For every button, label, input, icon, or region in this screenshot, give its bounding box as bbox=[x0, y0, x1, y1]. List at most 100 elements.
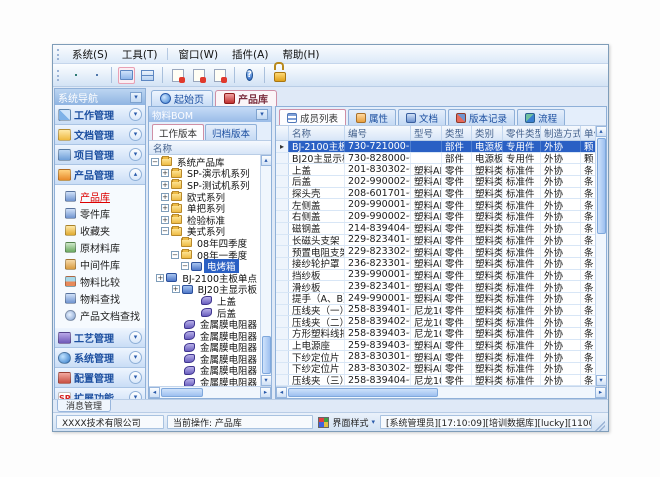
tree-horizontal-scrollbar[interactable]: ◂ ▸ bbox=[149, 386, 271, 398]
sidebar-group-3[interactable]: 产品管理▴ bbox=[55, 165, 145, 185]
row-selector[interactable] bbox=[276, 293, 289, 304]
member-tab-版本记录[interactable]: 版本记录 bbox=[448, 109, 515, 125]
table-vertical-scrollbar[interactable]: ▴ ▾ bbox=[595, 126, 606, 386]
help-icon[interactable]: ? bbox=[241, 67, 258, 84]
expand-plus-icon[interactable]: + bbox=[161, 193, 169, 201]
row-selector[interactable] bbox=[276, 199, 289, 210]
table-row[interactable]: 上盖201-830302-00E塑料ABS零件塑料类标准件外协条 bbox=[276, 164, 595, 176]
sidebar-item-物料比较[interactable]: 物料比较 bbox=[55, 273, 145, 290]
table-row[interactable]: 挡纱板239-990001-01E塑料ABS零件塑料类标准件外协条 bbox=[276, 270, 595, 282]
tree-node-金属膜电阻器[interactable]: 金属膜电阻器 bbox=[149, 376, 260, 386]
doc-tab-起始页[interactable]: 起始页 bbox=[151, 90, 213, 106]
scroll-up-icon[interactable]: ▴ bbox=[596, 126, 607, 137]
chevron-down-icon[interactable]: ▾ bbox=[129, 128, 142, 141]
table-row[interactable]: 探头壳208-601701-01E塑料ABS零件塑料类标准件外协条 bbox=[276, 188, 595, 200]
table-row[interactable]: 上电源座259-839403-00E塑料ABS零件塑料类标准件外协条 bbox=[276, 340, 595, 352]
sidebar-group-1[interactable]: 文档管理▾ bbox=[55, 125, 145, 145]
chevron-down-icon[interactable]: ▾ bbox=[129, 148, 142, 161]
collapse-minus-icon[interactable]: − bbox=[161, 227, 169, 235]
scroll-up-icon[interactable]: ▴ bbox=[261, 155, 272, 166]
bom-pin-button[interactable]: ▾ bbox=[256, 109, 268, 120]
bom-tab-工作版本[interactable]: 工作版本 bbox=[152, 124, 204, 140]
open-folder-icon[interactable] bbox=[118, 67, 135, 84]
table-row[interactable]: 方形塑料线扣258-839403-00E尼龙1010零件塑料类标准件外协条 bbox=[276, 328, 595, 340]
column-header-制造方式[interactable]: 制造方式 bbox=[541, 126, 581, 140]
chevron-down-icon[interactable]: ▾ bbox=[129, 371, 142, 384]
sidebar-item-产品库[interactable]: 产品库 bbox=[55, 188, 145, 205]
row-selector[interactable] bbox=[276, 176, 289, 187]
table-row[interactable]: 下纱定位片（左）283-830301-00E塑料ABS零件塑料类标准件外协条 bbox=[276, 351, 595, 363]
member-tab-流程[interactable]: 流程 bbox=[517, 109, 565, 125]
table-row[interactable]: 长磁头支架229-823401-00E塑料ABS零件塑料类标准件外协条 bbox=[276, 235, 595, 247]
row-selector[interactable] bbox=[276, 328, 289, 339]
bom-tab-归档版本[interactable]: 归档版本 bbox=[205, 124, 257, 140]
tree-column-header[interactable]: 名称 bbox=[149, 141, 271, 155]
lock-icon[interactable] bbox=[271, 67, 288, 84]
row-selector[interactable] bbox=[276, 211, 289, 222]
menu-item-A[interactable]: 插件(A) bbox=[225, 45, 275, 64]
row-selector[interactable] bbox=[276, 316, 289, 327]
table-row[interactable]: 下纱定位片（右）283-830302-00E塑料ABS零件塑料类标准件外协条 bbox=[276, 363, 595, 375]
table-row[interactable]: 预置电阻支架229-823302-00E塑料ABS零件塑料类标准件外协条 bbox=[276, 246, 595, 258]
message-manager-tab[interactable]: 消息管理 bbox=[57, 400, 111, 412]
scroll-left-icon[interactable]: ◂ bbox=[149, 387, 160, 398]
row-selector[interactable] bbox=[276, 153, 289, 164]
column-header-类型[interactable]: 类型 bbox=[442, 126, 472, 140]
table-row[interactable]: ▸BJ-2100主板单点730-721000-12E部件电源板专用件外协颗 bbox=[276, 141, 595, 153]
row-selector[interactable] bbox=[276, 351, 289, 362]
table-row[interactable]: 滑纱板239-823401-00E塑料ABS零件塑料类标准件外协条 bbox=[276, 281, 595, 293]
sidebar-item-中间件库[interactable]: 中间件库 bbox=[55, 256, 145, 273]
column-header-零件类型[interactable]: 零件类型 bbox=[503, 126, 541, 140]
table-row[interactable]: 压线夹（三）258-839404-00E尼龙1010零件塑料类标准件外协条 bbox=[276, 375, 595, 386]
chevron-up-icon[interactable]: ▴ bbox=[129, 168, 142, 181]
column-header-名称[interactable]: 名称 bbox=[289, 126, 345, 140]
row-selector[interactable] bbox=[276, 305, 289, 316]
doc-tab-产品库[interactable]: 产品库 bbox=[215, 90, 277, 106]
row-selector[interactable] bbox=[276, 235, 289, 246]
tree-node-BJ20主显示板[interactable]: +BJ20主显示板 bbox=[149, 284, 260, 296]
chevron-down-icon[interactable]: ▾ bbox=[129, 331, 142, 344]
member-tab-成员列表[interactable]: 成员列表 bbox=[279, 109, 346, 125]
table-row[interactable]: 后盖202-990002-01E塑料ABS零件塑料类标准件外协条 bbox=[276, 176, 595, 188]
table-row[interactable]: 压线夹（二）258-839402-00E尼龙1010零件塑料类标准件外协条 bbox=[276, 316, 595, 328]
row-selector[interactable]: ▸ bbox=[276, 141, 289, 152]
column-header-单位[interactable]: 单位 bbox=[581, 126, 595, 140]
sidebar-group-0[interactable]: 工作管理▾ bbox=[55, 105, 145, 125]
table-row[interactable]: 接纱轮护罩236-823301-00E塑料ABS零件塑料类标准件外协条 bbox=[276, 258, 595, 270]
expand-plus-icon[interactable]: + bbox=[161, 216, 169, 224]
member-tab-文档[interactable]: 文档 bbox=[398, 109, 446, 125]
row-selector[interactable] bbox=[276, 164, 289, 175]
table-row[interactable]: 左侧盖209-990001-01E塑料ABS零件塑料类标准件外协条 bbox=[276, 199, 595, 211]
sidebar-group-4[interactable]: 工艺管理▾ bbox=[55, 328, 145, 348]
scroll-down-icon[interactable]: ▾ bbox=[261, 375, 272, 386]
table-horizontal-scrollbar[interactable]: ◂ ▸ bbox=[276, 386, 606, 398]
document-delete-icon[interactable] bbox=[211, 67, 228, 84]
tree-vertical-scrollbar[interactable]: ▴ ▾ bbox=[260, 155, 271, 386]
monitor-icon[interactable] bbox=[67, 67, 84, 84]
tree-node-上盖[interactable]: 上盖 bbox=[149, 295, 260, 307]
expand-plus-icon[interactable]: + bbox=[172, 285, 180, 293]
expand-plus-icon[interactable]: + bbox=[161, 204, 169, 212]
column-header-编号[interactable]: 编号 bbox=[345, 126, 411, 140]
scroll-down-icon[interactable]: ▾ bbox=[596, 375, 607, 386]
ui-style-dropdown[interactable]: 界面样式 ▾ bbox=[316, 416, 377, 429]
menu-grip[interactable] bbox=[57, 49, 60, 60]
row-selector[interactable] bbox=[276, 375, 289, 386]
scroll-thumb[interactable] bbox=[161, 388, 203, 397]
collapse-minus-icon[interactable]: − bbox=[171, 251, 179, 259]
window-resize-grip[interactable] bbox=[595, 421, 605, 431]
table-row[interactable]: 磁钢盖214-839404-01E塑料ABS零件塑料类标准件外协条 bbox=[276, 223, 595, 235]
sidebar-item-物料查找[interactable]: 物料查找 bbox=[55, 290, 145, 307]
sidebar-item-零件库[interactable]: 零件库 bbox=[55, 205, 145, 222]
sidebar-group-6[interactable]: 配置管理▾ bbox=[55, 368, 145, 388]
row-selector[interactable] bbox=[276, 246, 289, 257]
row-selector[interactable] bbox=[276, 340, 289, 351]
menu-item-S[interactable]: 系统(S) bbox=[65, 45, 115, 64]
column-header-类别[interactable]: 类别 bbox=[472, 126, 503, 140]
expand-plus-icon[interactable]: + bbox=[161, 181, 169, 189]
menu-item-W[interactable]: 窗口(W) bbox=[171, 45, 225, 64]
table-row[interactable]: BJ20主显示板730-828000-04E部件电源板专用件外协颗 bbox=[276, 153, 595, 165]
scroll-right-icon[interactable]: ▸ bbox=[595, 387, 606, 398]
collapse-minus-icon[interactable]: − bbox=[181, 262, 189, 270]
expand-plus-icon[interactable]: + bbox=[161, 169, 169, 177]
